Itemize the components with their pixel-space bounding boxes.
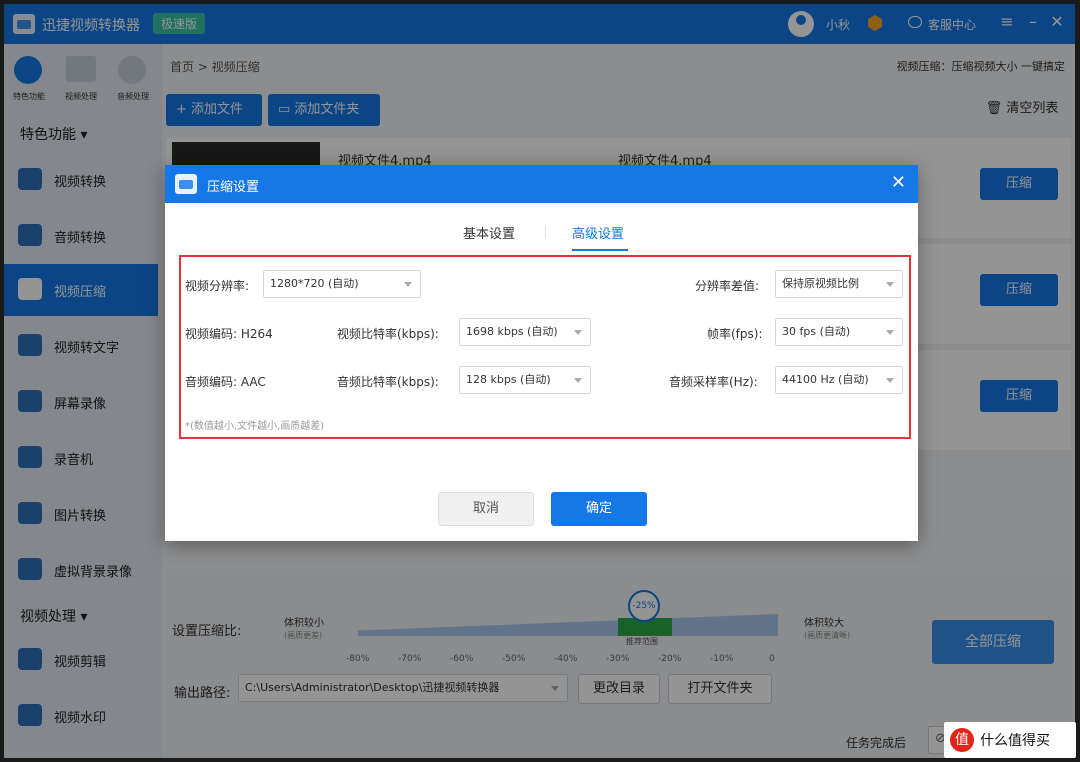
video-bitrate-select[interactable]: 1698 kbps (自动) [459,318,591,346]
tab-separator [545,225,546,239]
zhide-logo-icon: 值 [950,728,974,752]
interpolation-label: 分辨率差值: [695,279,760,293]
compression-settings-dialog: 压缩设置 ✕ 基本设置 高级设置 视频分辨率: 1280*720 (自动) 分辨… [165,165,918,541]
dialog-header: 压缩设置 ✕ [165,165,918,203]
sample-rate-label: 音频采样率(Hz): [669,375,758,389]
resolution-select[interactable]: 1280*720 (自动) [263,270,421,298]
advanced-settings-panel: 视频分辨率: 1280*720 (自动) 分辨率差值: 保持原视频比例 视频编码… [179,255,911,439]
dialog-logo-icon [175,174,197,194]
app-window: 迅捷视频转换器 极速版 小秋 客服中心 ≡ – ✕ 特色功能 视频处理 音频处理… [4,4,1075,758]
audio-bitrate-label: 音频比特率(kbps): [337,375,439,389]
dialog-close-icon[interactable]: ✕ [891,172,906,193]
site-watermark: 值 什么值得买 [944,722,1076,758]
audio-bitrate-select[interactable]: 128 kbps (自动) [459,366,591,394]
video-bitrate-label: 视频比特率(kbps): [337,327,439,341]
fps-label: 帧率(fps): [707,327,763,341]
settings-hint: *(数值越小,文件越小,画质越差) [185,421,325,432]
confirm-button[interactable]: 确定 [551,492,647,526]
sample-rate-select[interactable]: 44100 Hz (自动) [775,366,903,394]
active-tab-indicator [572,249,628,251]
watermark-text: 什么值得买 [980,733,1050,749]
resolution-label: 视频分辨率: [185,279,250,293]
fps-select[interactable]: 30 fps (自动) [775,318,903,346]
audio-codec-label: 音频编码: AAC [185,375,266,389]
video-codec-label: 视频编码: H264 [185,327,273,341]
interpolation-select[interactable]: 保持原视频比例 [775,270,903,298]
tab-basic-settings[interactable]: 基本设置 [463,223,515,242]
dialog-title: 压缩设置 [207,180,260,195]
cancel-button[interactable]: 取消 [438,492,534,526]
tab-advanced-settings[interactable]: 高级设置 [572,223,624,242]
